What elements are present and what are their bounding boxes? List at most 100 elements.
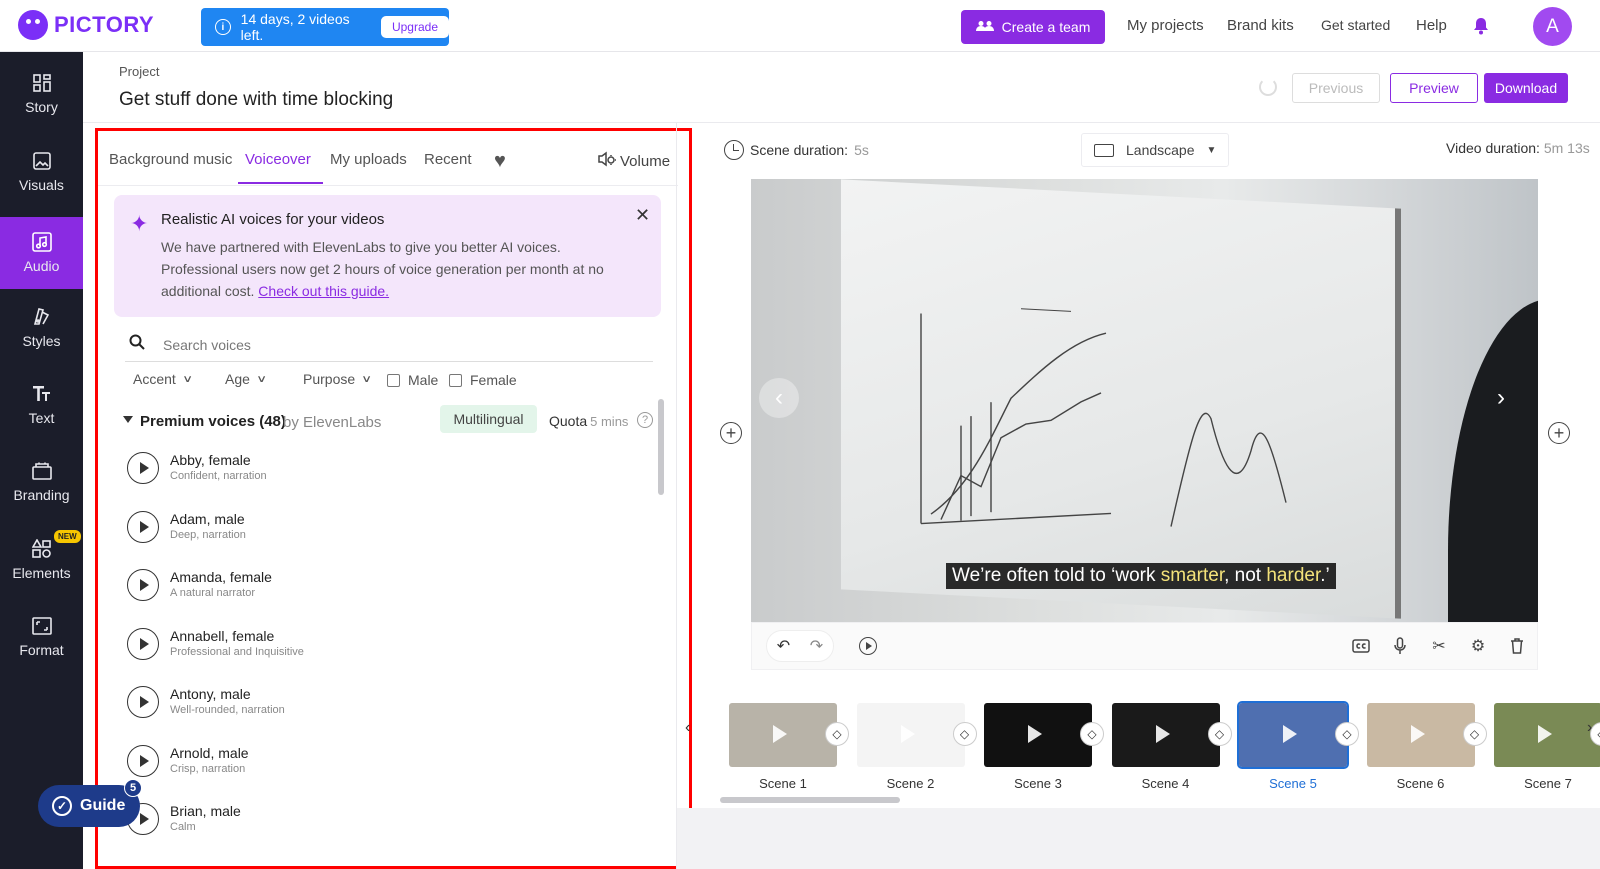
play-icon[interactable] — [127, 452, 159, 484]
sidebar-item-branding[interactable]: Branding — [0, 446, 83, 518]
scene-label[interactable]: Scene 7 — [1494, 776, 1600, 791]
sidebar-item-audio[interactable]: Audio — [0, 217, 83, 289]
layers-icon[interactable]: ◇ — [825, 722, 849, 746]
scene-label[interactable]: Scene 4 — [1112, 776, 1220, 791]
preview-button[interactable]: Preview — [1390, 73, 1478, 103]
scene-thumbnail[interactable] — [1494, 703, 1600, 767]
scene-thumbnail[interactable] — [856, 703, 965, 767]
play-icon[interactable] — [900, 725, 915, 743]
list-item[interactable]: Brian, male Calm — [127, 797, 647, 856]
redo-icon[interactable]: ↷ — [810, 636, 823, 656]
play-icon[interactable] — [1538, 725, 1552, 743]
play-icon[interactable] — [127, 686, 159, 718]
video-caption[interactable]: We’re often told to ‘work smarter, not h… — [946, 563, 1336, 589]
nav-my-projects[interactable]: My projects — [1127, 17, 1204, 34]
scene-label[interactable]: Scene 1 — [729, 776, 837, 791]
tab-background-music[interactable]: Background music — [109, 151, 232, 168]
collapse-triangle-icon[interactable] — [123, 416, 133, 423]
sidebar-item-elements[interactable]: NEW Elements — [0, 524, 83, 596]
tab-my-uploads[interactable]: My uploads — [330, 151, 407, 168]
video-preview[interactable]: ‹ › We’re often told to ‘work smarter, n… — [751, 179, 1538, 622]
help-icon[interactable]: ? — [637, 412, 653, 428]
accent-filter[interactable]: Accent ∨ — [133, 371, 193, 387]
chevron-right-icon[interactable]: › — [1587, 719, 1592, 737]
avatar[interactable]: A — [1533, 7, 1572, 46]
male-filter[interactable]: Male — [387, 372, 438, 388]
nav-get-started[interactable]: Get started — [1321, 17, 1390, 33]
multilingual-badge[interactable]: Multilingual — [440, 405, 537, 433]
sidebar-item-styles[interactable]: Styles — [0, 292, 83, 364]
premium-voices-header[interactable]: Premium voices (48) by ElevenLabs Multil… — [123, 405, 663, 437]
purpose-filter[interactable]: Purpose ∨ — [303, 371, 372, 387]
layers-icon[interactable]: ◇ — [1335, 722, 1359, 746]
previous-button[interactable]: Previous — [1292, 73, 1380, 103]
undo-icon[interactable]: ↶ — [777, 636, 790, 656]
scissors-icon[interactable]: ✂ — [1429, 636, 1449, 656]
scene-thumbnail[interactable] — [1237, 701, 1349, 769]
tab-recent[interactable]: Recent — [424, 151, 472, 168]
play-icon[interactable] — [773, 725, 787, 743]
close-icon[interactable]: ✕ — [635, 205, 650, 226]
chevron-right-icon[interactable]: › — [1481, 378, 1521, 418]
brand-logo[interactable]: PICTORY — [18, 10, 154, 40]
play-icon[interactable] — [127, 627, 159, 660]
age-filter[interactable]: Age ∨ — [225, 371, 267, 387]
download-button[interactable]: Download — [1484, 73, 1568, 103]
layers-icon[interactable]: ◇ — [1462, 722, 1487, 746]
trash-icon[interactable] — [1507, 636, 1527, 656]
play-icon[interactable] — [127, 744, 159, 777]
timeline-scrollbar[interactable] — [720, 797, 900, 803]
scene-thumbnail[interactable] — [729, 703, 837, 767]
scene-label[interactable]: Scene 6 — [1367, 776, 1475, 791]
sidebar-item-format[interactable]: Format — [0, 601, 83, 673]
settings-icon[interactable]: ⚙ — [1468, 636, 1488, 656]
play-icon[interactable] — [127, 510, 159, 543]
add-scene-after-icon[interactable]: + — [1548, 422, 1570, 444]
volume-control[interactable]: Volume — [598, 151, 670, 171]
scene-thumbnail[interactable] — [984, 703, 1092, 767]
play-icon[interactable] — [1283, 725, 1297, 743]
list-item[interactable]: Antony, male Well-rounded, narration — [127, 680, 647, 739]
list-item[interactable]: Adam, male Deep, narration — [127, 505, 647, 564]
scene-label[interactable]: Scene 3 — [984, 776, 1092, 791]
play-icon[interactable] — [1028, 725, 1042, 743]
chevron-left-icon[interactable]: ‹ — [685, 719, 690, 737]
panel-scrollbar[interactable] — [658, 399, 664, 495]
heart-icon[interactable]: ♥ — [494, 150, 506, 173]
list-item[interactable]: Arnold, male Crisp, narration — [127, 739, 647, 798]
female-checkbox[interactable] — [449, 373, 462, 387]
upgrade-button[interactable]: Upgrade — [380, 16, 449, 38]
layers-icon[interactable]: ◇ — [1207, 722, 1232, 746]
mic-icon[interactable] — [1390, 636, 1410, 656]
scene-label[interactable]: Scene 5 — [1239, 776, 1347, 791]
list-item[interactable]: Annabell, female Professional and Inquisi… — [127, 622, 647, 681]
scene-thumbnail[interactable] — [1111, 703, 1220, 767]
play-icon[interactable] — [859, 637, 877, 655]
play-icon[interactable] — [1155, 725, 1170, 743]
create-team-button[interactable]: Create a team — [961, 10, 1105, 44]
add-scene-before-icon[interactable]: + — [720, 422, 742, 444]
play-icon[interactable] — [127, 569, 159, 601]
layers-icon[interactable]: ◇ — [952, 722, 977, 746]
sidebar-item-visuals[interactable]: Visuals — [0, 136, 83, 208]
scene-thumbnail[interactable] — [1366, 703, 1475, 767]
chevron-left-icon[interactable]: ‹ — [759, 378, 799, 418]
page-title[interactable]: Get stuff done with time blocking — [119, 89, 393, 111]
male-checkbox[interactable] — [387, 373, 400, 387]
list-item[interactable]: Amanda, female A natural narrator — [127, 563, 647, 622]
list-item[interactable]: Abby, female Confident, narration — [127, 446, 647, 505]
sidebar-item-text[interactable]: Text — [0, 369, 83, 441]
layers-icon[interactable]: ◇ — [1080, 722, 1104, 746]
female-filter[interactable]: Female — [449, 372, 517, 388]
refresh-icon[interactable] — [1259, 78, 1277, 96]
tab-voiceover[interactable]: Voiceover — [245, 151, 311, 168]
captions-icon[interactable] — [1351, 636, 1371, 656]
search-input[interactable] — [163, 336, 613, 353]
orientation-select[interactable]: Landscape ▼ — [1081, 133, 1229, 167]
promo-guide-link[interactable]: Check out this guide. — [258, 283, 389, 299]
bell-icon[interactable] — [1473, 17, 1489, 35]
scene-label[interactable]: Scene 2 — [857, 776, 965, 791]
play-icon[interactable] — [1410, 725, 1425, 743]
nav-help[interactable]: Help — [1416, 17, 1447, 34]
sidebar-item-story[interactable]: Story — [0, 58, 83, 130]
